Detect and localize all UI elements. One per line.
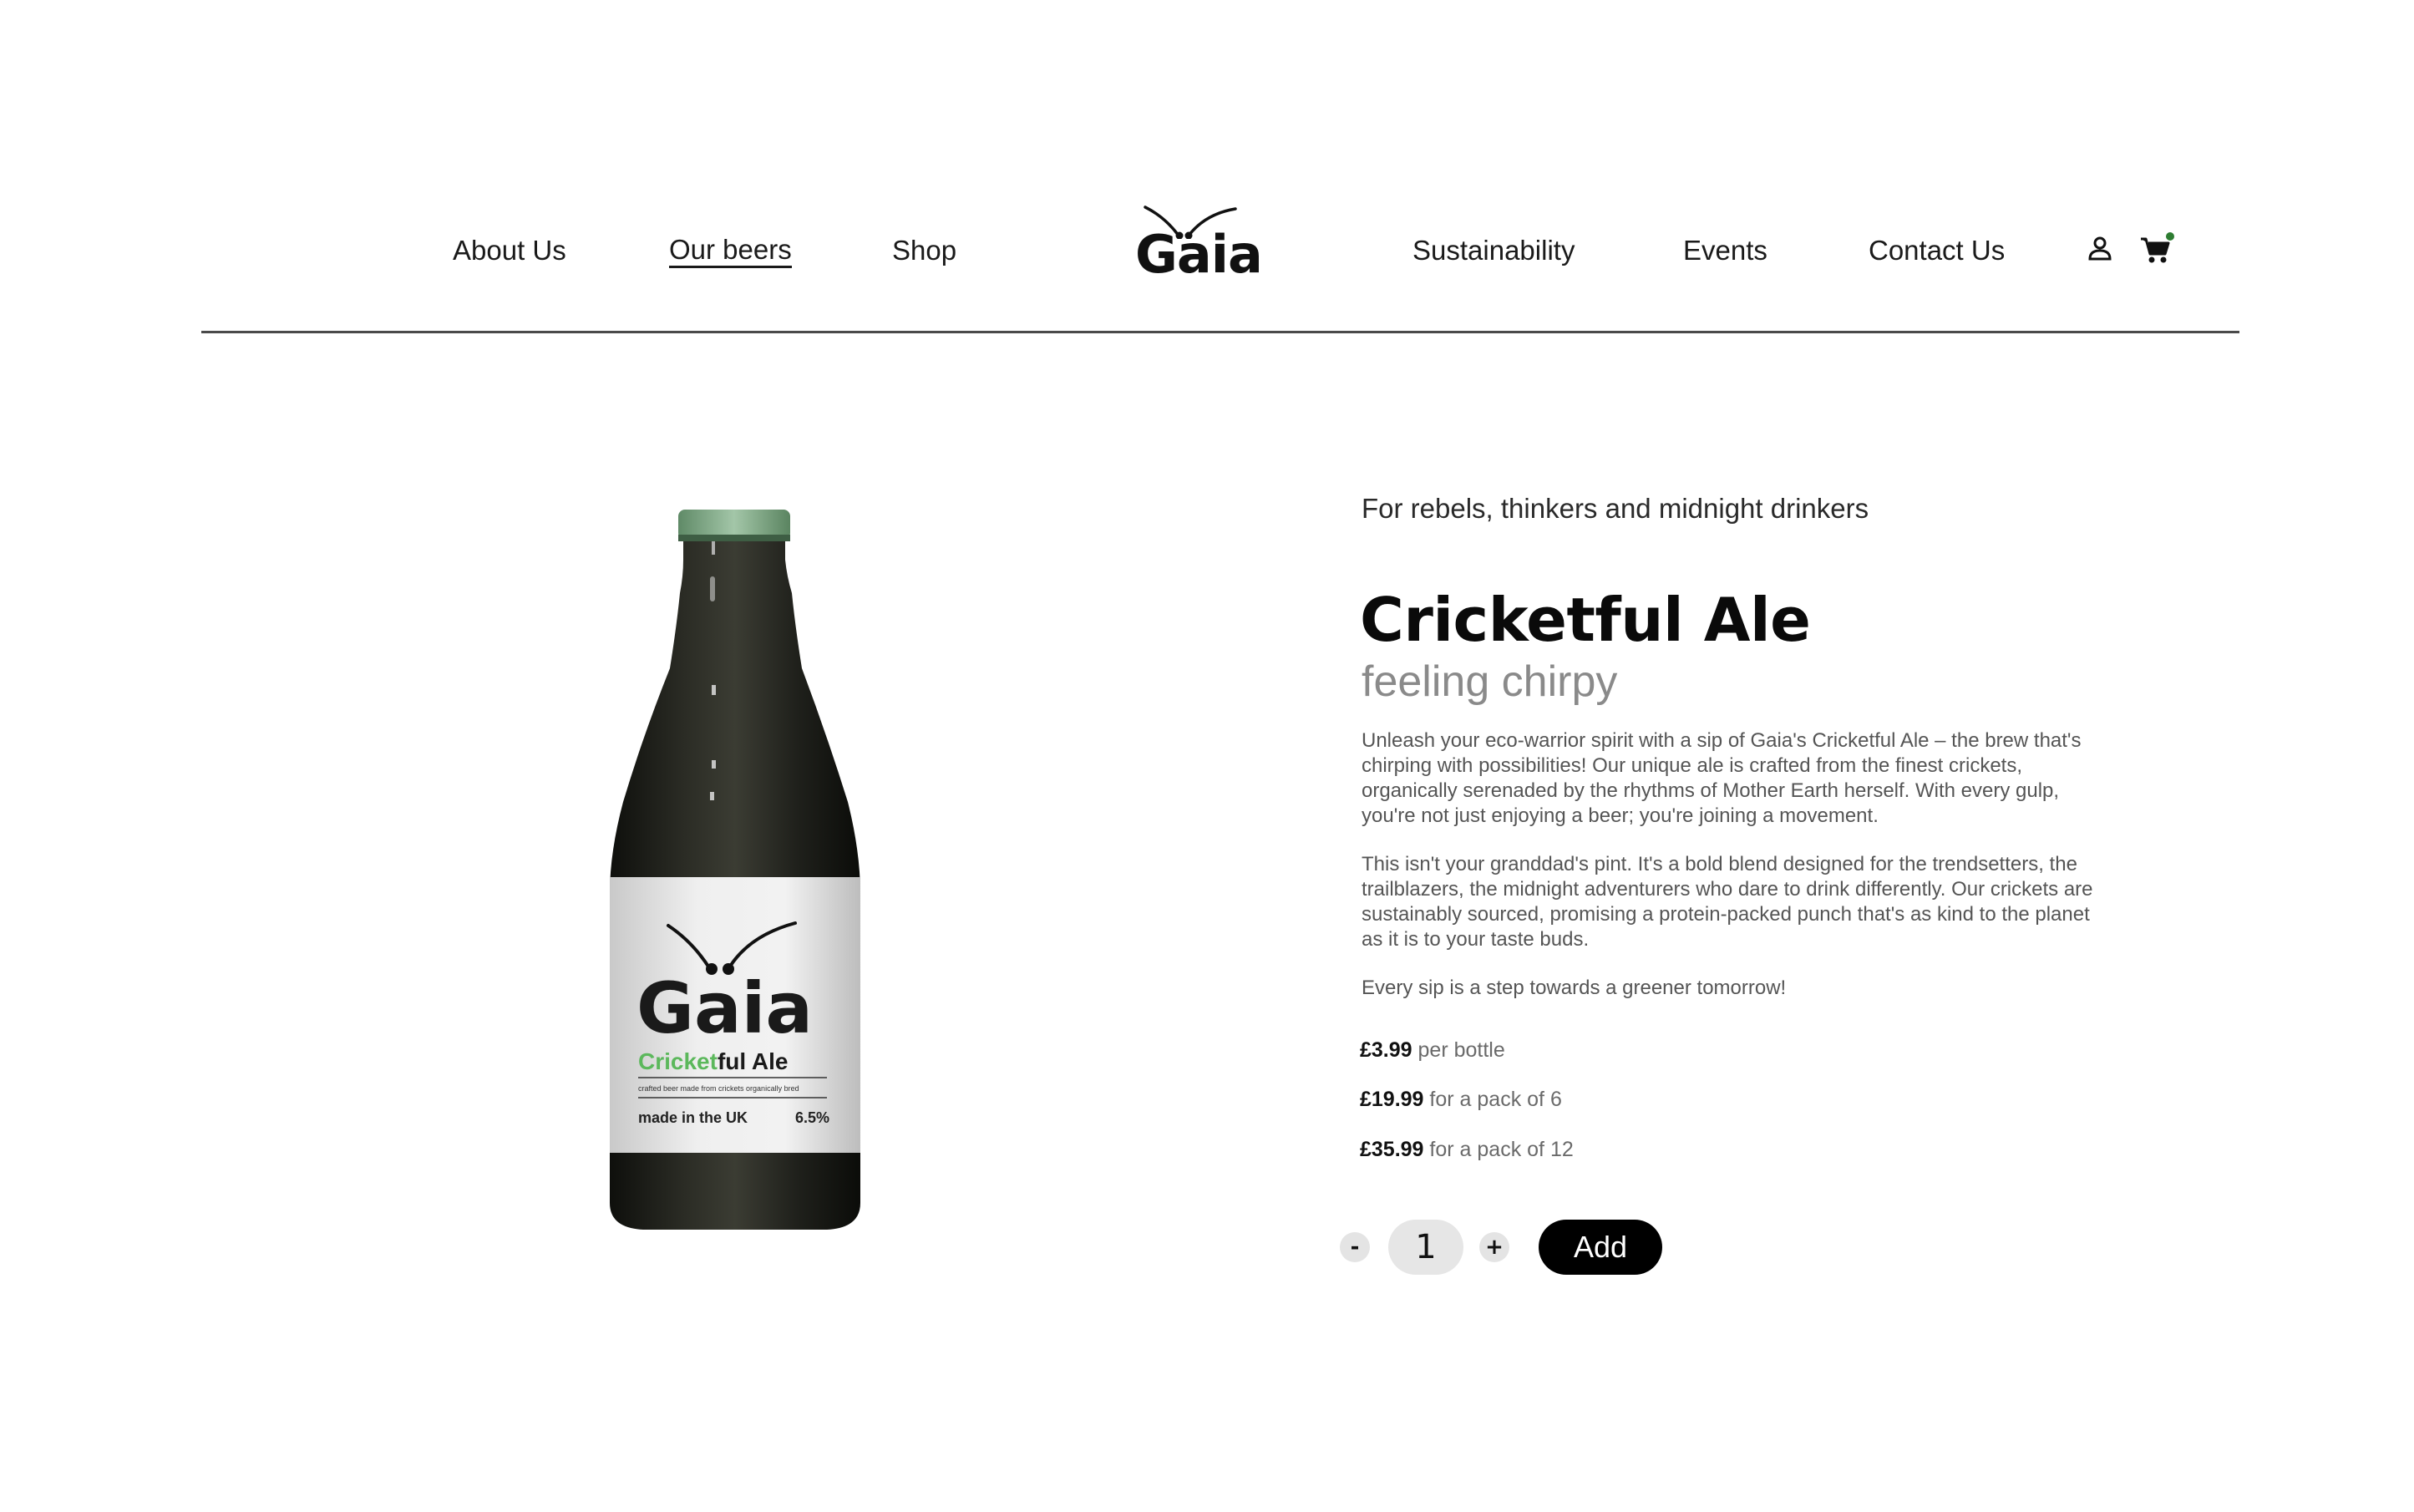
price-unit: for a pack of 6 — [1429, 1088, 1562, 1111]
bottle-label-abv: 6.5% — [795, 1109, 829, 1126]
bottle-label-brand: Gaia — [636, 967, 813, 1049]
price-unit: for a pack of 12 — [1429, 1138, 1574, 1161]
nav-our-beers[interactable]: Our beers — [669, 234, 792, 268]
price-amount: £19.99 — [1360, 1088, 1424, 1111]
beer-bottle-illustration: Gaia Cricketful Ale crafted beer made fr… — [610, 510, 860, 1230]
price-amount: £35.99 — [1360, 1138, 1424, 1161]
svg-text:Cricketful Ale: Cricketful Ale — [638, 1048, 788, 1074]
quantity-decrease-button[interactable]: - — [1340, 1232, 1370, 1262]
nav-shop[interactable]: Shop — [892, 234, 956, 267]
nav-events[interactable]: Events — [1683, 234, 1767, 267]
quantity-increase-button[interactable]: + — [1479, 1232, 1509, 1262]
quantity-field[interactable]: 1 — [1388, 1220, 1463, 1275]
nav-about-us[interactable]: About Us — [453, 234, 566, 267]
nav-contact-us[interactable]: Contact Us — [1869, 234, 2005, 267]
logo-wordmark: Gaia — [1135, 224, 1263, 285]
header-divider — [201, 331, 2239, 333]
add-to-cart-button[interactable]: Add — [1539, 1220, 1662, 1275]
bottle-label-name-black: ful Ale — [718, 1048, 789, 1074]
product-image: Gaia Cricketful Ale crafted beer made fr… — [576, 501, 894, 1236]
cart-button[interactable] — [2139, 232, 2174, 266]
product-title: Cricketful Ale — [1360, 585, 1811, 655]
price-option-pack-12: £35.99 for a pack of 12 — [1360, 1138, 1574, 1162]
product-subtitle: feeling chirpy — [1362, 657, 1618, 706]
product-description-3: Every sip is a step towards a greener to… — [1362, 977, 1787, 999]
account-button[interactable] — [2083, 232, 2117, 266]
product-description-1: Unleash your eco-warrior spirit with a s… — [1362, 729, 2082, 827]
bottle-label-origin: made in the UK — [638, 1109, 748, 1126]
nav-sustainability[interactable]: Sustainability — [1412, 234, 1575, 267]
price-option-pack-6: £19.99 for a pack of 6 — [1360, 1088, 1562, 1112]
product-description-2: This isn't your granddad's pint. It's a … — [1362, 853, 2093, 951]
bottle-label-small-print: crafted beer made from crickets organica… — [638, 1084, 799, 1093]
bottle-label-name-green: Cricket — [638, 1048, 718, 1074]
cart-icon — [2141, 232, 2174, 263]
product-tagline: For rebels, thinkers and midnight drinke… — [1362, 493, 1869, 524]
user-icon — [2088, 236, 2112, 261]
price-option-single: £3.99 per bottle — [1360, 1038, 1505, 1063]
price-amount: £3.99 — [1360, 1038, 1412, 1062]
cart-badge-dot — [2166, 232, 2174, 241]
price-unit: per bottle — [1417, 1038, 1505, 1062]
gaia-logo[interactable]: Gaia — [1132, 205, 1263, 285]
